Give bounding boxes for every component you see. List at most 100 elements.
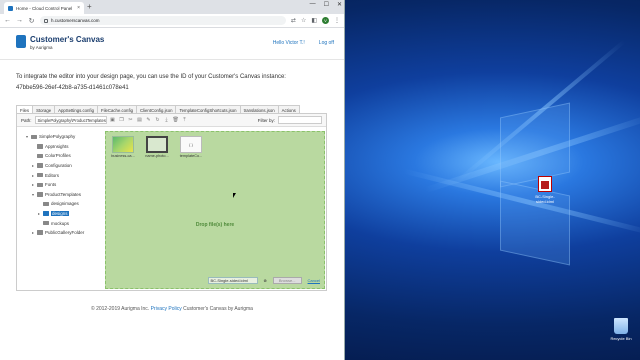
cancel-link[interactable]: Cancel [308,278,320,283]
folder-icon [37,172,43,178]
download-icon[interactable]: ⤓ [164,117,170,123]
tree-item[interactable]: ▸ designs [25,209,105,219]
tree-item[interactable]: ▾ SimplePolygraphy [25,132,105,142]
close-tab-icon[interactable]: × [77,5,80,11]
favicon-icon [8,5,13,11]
windows-logo-pane [500,102,570,188]
expand-arrow-icon[interactable]: ▸ [31,230,35,235]
page-footer: © 2012-2019 Aurigma Inc. Privacy Policy … [0,306,344,312]
profile-avatar[interactable]: V [322,17,329,24]
copyright-text: © 2012-2019 Aurigma Inc. [91,306,150,312]
desktop-file-icon[interactable]: BC-Single-sided.idml [530,176,560,204]
folder-icon [43,220,49,226]
tree-item-label: SimplePolygraphy [39,134,76,140]
tree-item[interactable]: ▸ Configuration [25,161,105,171]
expand-arrow-icon[interactable]: ▸ [31,182,35,187]
extension-icon[interactable]: ◧ [311,17,317,24]
brand-title[interactable]: Customer's Canvas [30,35,104,44]
forward-icon[interactable]: → [16,17,23,24]
recycle-bin-label: Recycle Bin [610,336,632,341]
refresh-icon[interactable]: ↻ [155,117,161,123]
file-tile[interactable]: { } templateCo... [178,136,204,158]
browser-window: Home - Cloud Control Panel × + — ☐ ✕ ← →… [0,0,345,360]
folder-icon [43,211,49,216]
upload-footer: BC-Single-sided.idml ⊗ Browse... Cancel [207,277,320,284]
instance-id: 47bbe596-26ef-42b8-a735-d1461c078e41 [16,85,129,91]
copy-icon[interactable]: ❐ [119,117,125,123]
file-tile[interactable]: name-photo... [144,136,170,158]
path-input[interactable]: SimplePolygraphy\ProductTemplates\design… [34,116,107,124]
menu-icon[interactable]: ⋮ [334,17,340,24]
cut-icon[interactable]: ✂ [128,117,134,123]
tab-title: Home - Cloud Control Panel [16,5,73,11]
mouse-cursor [233,193,236,198]
privacy-policy-link[interactable]: Privacy Policy [151,306,182,312]
translate-icon[interactable]: ⇄ [291,17,296,24]
folder-icon [37,144,43,149]
image-thumbnail [146,136,168,153]
tree-item[interactable]: ▸ PublicGalleryFolder [25,228,105,238]
file-name: business-ca... [111,154,135,158]
lock-icon [44,18,48,23]
tree-item[interactable]: ColorProfiles [25,151,105,161]
delete-icon[interactable]: 🗑 [173,117,179,123]
copyright-suffix: Customer's Canvas by Aurigma [183,306,253,312]
path-label: Path: [21,117,32,123]
tree-item[interactable]: AppInsights [25,142,105,152]
logout-link[interactable]: Log off [319,40,334,46]
file-manager-toolbar: Path: SimplePolygraphy\ProductTemplates\… [17,114,326,127]
back-icon[interactable]: ← [4,17,11,24]
brand-subtitle: by Aurigma [30,45,53,50]
folder-icon [37,192,43,197]
recycle-bin-icon [614,318,628,334]
tree-item[interactable]: ▸ Fonts [25,180,105,190]
upload-icon[interactable]: ⤒ [182,117,188,123]
file-manager: Path: SimplePolygraphy\ProductTemplates\… [16,113,327,291]
paste-icon[interactable]: ▤ [137,117,143,123]
expand-arrow-icon[interactable]: ▾ [31,192,35,197]
folder-icon [37,230,43,235]
intro-line: To integrate the editor into your design… [16,74,286,80]
remove-file-icon[interactable]: ⊗ [264,278,267,283]
desktop-file-label: BC-Single-sided.idml [535,194,555,204]
browser-toolbar: ← → ↻ h.customerscanvas.com ⇄ ☆ ◧ V ⋮ [0,14,344,28]
intro-text: To integrate the editor into your design… [16,72,336,94]
expand-arrow-icon[interactable]: ▸ [31,163,35,168]
folder-icon [37,153,43,159]
logo-icon [16,35,26,48]
expand-arrow-icon[interactable]: ▸ [31,173,35,178]
tree-item-label: AppInsights [45,143,69,149]
expand-arrow-icon[interactable]: ▸ [37,211,41,216]
folder-icon [31,134,37,140]
browse-button[interactable]: Browse... [272,277,302,284]
site-header: Customer's Canvas by Aurigma Hello Victo… [0,28,344,60]
star-icon[interactable]: ☆ [301,17,306,24]
tab-strip: Home - Cloud Control Panel × + — ☐ ✕ [0,0,344,14]
file-name: name-photo... [145,154,169,158]
rename-icon[interactable]: ✎ [146,117,152,123]
drop-zone[interactable]: business-ca... name-photo... { } templat… [105,131,325,289]
tree-item-label: ColorProfiles [45,153,71,159]
new-tab-button[interactable]: + [87,2,92,12]
filter-label: Filter by: [257,117,275,123]
selected-file-field[interactable]: BC-Single-sided.idml [207,277,258,284]
tree-item[interactable]: ▾ ProductTemplates [25,190,105,200]
tree-item-label: Fonts [45,182,57,188]
file-tile[interactable]: business-ca... [110,136,136,158]
tree-item[interactable]: ▸ Editors [25,170,105,180]
reload-icon[interactable]: ↻ [28,17,35,25]
tree-item[interactable]: mockups [25,218,105,228]
filter-input[interactable] [278,116,322,124]
new-folder-icon[interactable]: ▣ [110,117,116,123]
user-greeting-link[interactable]: Hello Victor T.! [273,40,305,46]
browser-tab[interactable]: Home - Cloud Control Panel × [4,2,84,14]
tree-item-label: designimages [51,201,79,207]
recycle-bin[interactable]: Recycle Bin [606,318,636,341]
close-window-button[interactable]: ✕ [337,1,342,8]
tree-item[interactable]: designimages [25,199,105,209]
idml-file-icon [538,176,552,192]
address-bar[interactable]: h.customerscanvas.com [40,16,286,25]
minimize-button[interactable]: — [310,1,316,8]
expand-arrow-icon[interactable]: ▾ [25,134,29,139]
maximize-button[interactable]: ☐ [324,1,329,8]
